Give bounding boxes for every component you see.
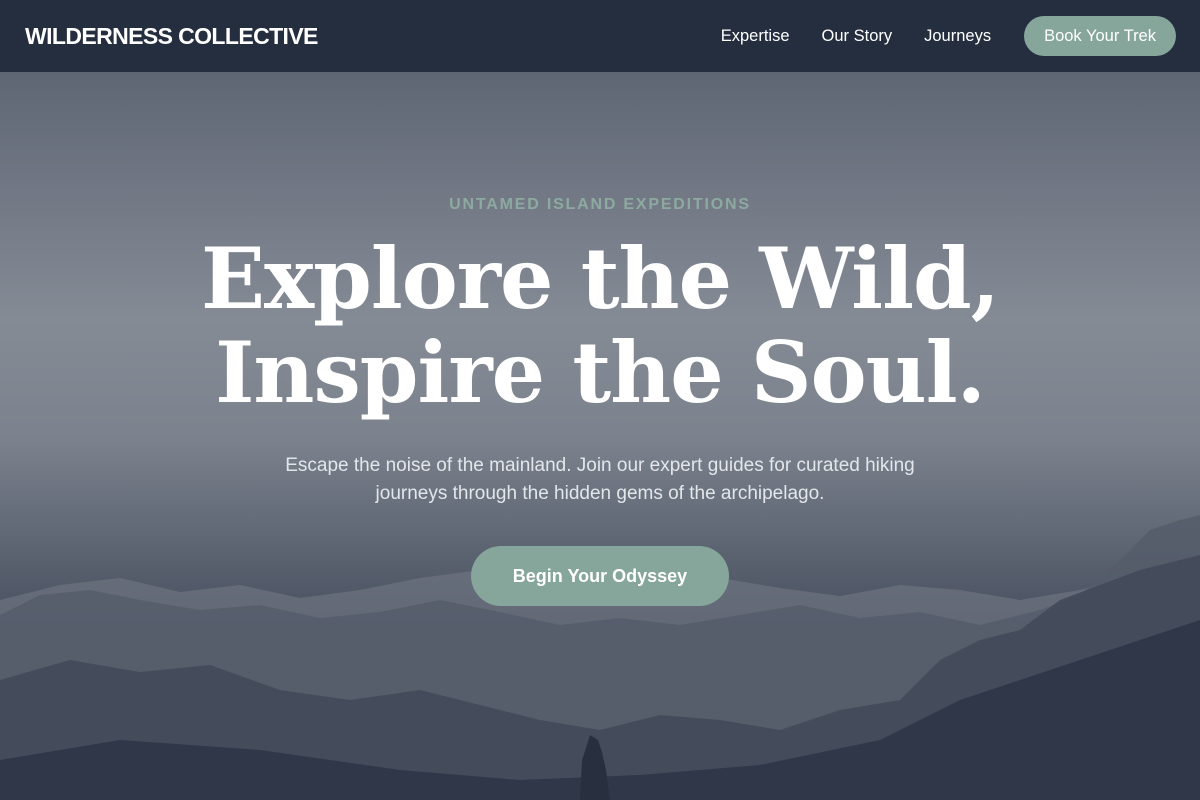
begin-your-odyssey-button[interactable]: Begin Your Odyssey (471, 546, 729, 606)
nav-link-expertise[interactable]: Expertise (721, 27, 790, 46)
hero-headline-line-2: Inspire the Soul. (215, 323, 986, 422)
nav-link-our-story[interactable]: Our Story (822, 27, 893, 46)
hero-section: UNTAMED ISLAND EXPEDITIONS Explore the W… (0, 72, 1200, 800)
nav-link-journeys[interactable]: Journeys (924, 27, 991, 46)
hero-headline: Explore the Wild, Inspire the Soul. (0, 232, 1200, 420)
hero-eyebrow: UNTAMED ISLAND EXPEDITIONS (449, 196, 751, 213)
nav-links: Expertise Our Story Journeys Book Your T… (689, 16, 1176, 56)
top-navigation: WILDERNESS COLLECTIVE Expertise Our Stor… (0, 0, 1200, 72)
brand-logo[interactable]: WILDERNESS COLLECTIVE (25, 23, 318, 50)
book-your-trek-button[interactable]: Book Your Trek (1024, 16, 1176, 56)
hero-subtext: Escape the noise of the mainland. Join o… (285, 455, 915, 504)
hero-headline-line-1: Explore the Wild, (201, 229, 1000, 328)
